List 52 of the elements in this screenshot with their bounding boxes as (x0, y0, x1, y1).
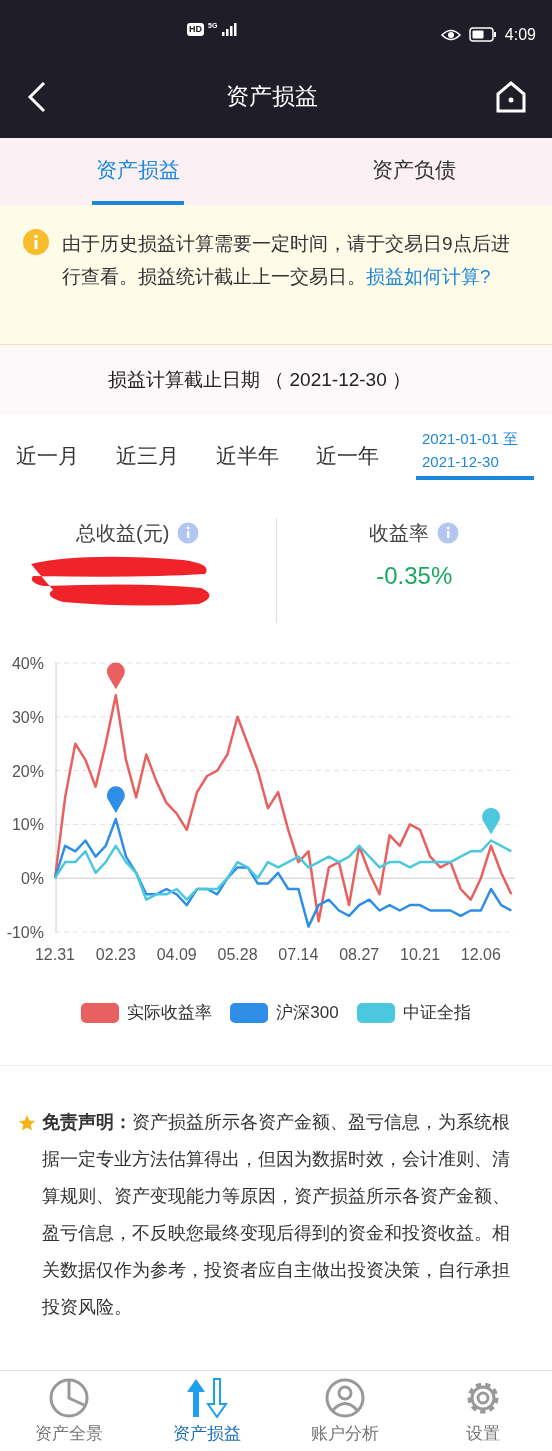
person-icon[interactable] (324, 1377, 366, 1419)
summary-label: 总收益(元) (76, 521, 170, 546)
axis-label: 05.28 (217, 946, 258, 963)
axis-label: 10.21 (400, 946, 441, 963)
axis-label: 02.23 (95, 946, 136, 963)
period-tab[interactable]: 近三月 (116, 415, 216, 480)
axis-label: 04.09 (156, 946, 197, 963)
star-icon (18, 1114, 36, 1132)
axis-label: 0% (20, 870, 44, 888)
return-rate-value: -0.35% (376, 561, 453, 591)
summary-label: 收益率 (369, 521, 430, 546)
peak-marker-icon (106, 662, 125, 690)
pie-chart-icon[interactable] (48, 1377, 90, 1419)
up-down-arrows-icon[interactable] (186, 1377, 228, 1419)
nav-tab-label[interactable]: 资产全景 (35, 1421, 103, 1447)
calculation-help-link[interactable]: 损益如何计算? (366, 266, 491, 287)
axis-label: 12.31 (35, 946, 75, 963)
home-icon[interactable] (496, 80, 526, 113)
hd-badge: HD (187, 22, 204, 36)
tab[interactable]: 资产负债 (368, 138, 460, 205)
axis-label: 12.06 (460, 946, 501, 963)
axis-label: 08.27 (339, 946, 380, 963)
nav-tab-label[interactable]: 设置 (466, 1421, 500, 1447)
time: 4:09 (504, 24, 536, 45)
legend-label: 实际收益率 (127, 1001, 213, 1024)
peak-marker-icon (482, 807, 500, 835)
back-icon[interactable] (26, 80, 48, 113)
disclaimer-text: 免责声明：资产损益所示各资产金额、盈亏信息，为系统根据一定专业方法估算得出，但因为数据时效，会计准则、清算规则、资产变现能力等原因，资产损益所示各资产金额、盈亏信息，不反映您最终变现后得到的资金和投资收益。相关数据仅作为参考，投资者应自主做出投资决策，自行承担投资风险。 (42, 1111, 511, 1319)
info-icon[interactable] (177, 522, 200, 544)
eye-icon (440, 27, 461, 42)
period-tab[interactable]: 近一年 (316, 415, 416, 480)
battery-icon (468, 27, 497, 42)
period-tab[interactable]: 近半年 (216, 415, 316, 480)
period-tab[interactable]: 近一月 (16, 415, 116, 480)
axis-label: 40% (11, 655, 44, 672)
notice-text: 由于历史损益计算需要一定时间，请于交易日9点后进行查看。损益统计截止上一交易日。损益如何计算? (62, 232, 511, 289)
nav-tab-label[interactable]: 账户分析 (311, 1421, 379, 1447)
info-icon (22, 228, 50, 256)
info-icon[interactable] (437, 522, 460, 544)
page-title: 资产损益 (226, 82, 318, 112)
legend-label: 中证全指 (402, 1001, 471, 1024)
nav-tab-label[interactable]: 资产损益 (173, 1421, 241, 1447)
peak-marker-icon (106, 786, 125, 813)
axis-label: 07.14 (278, 946, 319, 963)
date-range-tab[interactable]: 2021-01-01 至 2021-12-30 (416, 415, 534, 480)
signal-icon (221, 22, 240, 36)
axis-label: 20% (11, 762, 44, 780)
axis-label: -10% (6, 924, 44, 941)
cutoff-date: 损益计算截止日期 （ 2021-12-30 ） (108, 367, 412, 392)
legend-label: 沪深300 (276, 1001, 339, 1024)
axis-label: 30% (11, 708, 44, 726)
axis-label: 10% (11, 816, 44, 834)
